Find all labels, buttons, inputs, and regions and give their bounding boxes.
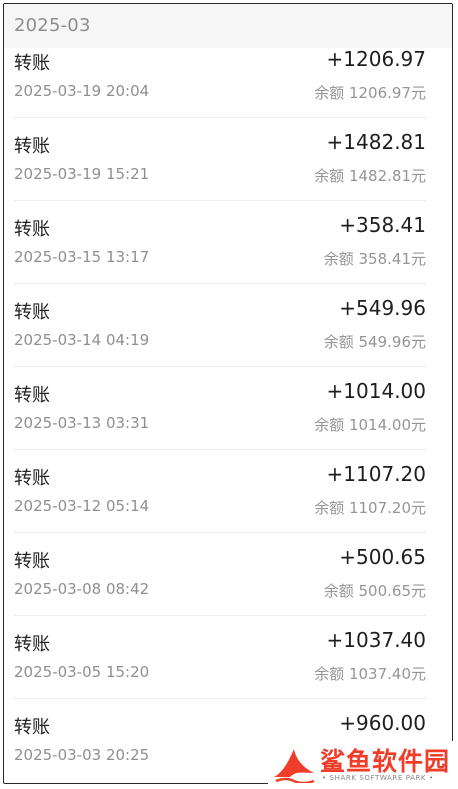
month-header[interactable]: 2025-03 <box>4 4 452 48</box>
transaction-title: 转账 <box>14 302 50 323</box>
transaction-amount: +549.96 <box>339 296 426 320</box>
transaction-amount: +1482.81 <box>326 130 426 154</box>
transaction-datetime: 2025-03-19 20:04 <box>14 82 150 100</box>
watermark-name: 鲨鱼软件园 <box>320 747 451 776</box>
transaction-datetime: 2025-03-19 15:21 <box>14 165 150 183</box>
transaction-balance: 余额 1037.40元 <box>314 665 426 683</box>
transaction-title: 转账 <box>14 468 50 489</box>
transaction-balance: 余额 1482.81元 <box>314 167 426 185</box>
transaction-title: 转账 <box>14 551 50 572</box>
watermark: 鲨鱼软件园 • SHARK SOFTWARE PARK • <box>268 741 458 789</box>
transaction-balance: 余额 1014.00元 <box>314 416 426 434</box>
transaction-row[interactable]: 转账 2025-03-05 15:20 +1037.40 余额 1037.40元 <box>4 616 452 699</box>
transaction-title: 转账 <box>14 634 50 655</box>
transaction-row[interactable]: 转账 2025-03-12 05:14 +1107.20 余额 1107.20元 <box>4 450 452 533</box>
transaction-amount: +1014.00 <box>326 379 426 403</box>
transaction-title: 转账 <box>14 53 50 74</box>
transaction-balance: 余额 500.65元 <box>323 582 426 600</box>
transaction-list-screen: 转账 2025-03-19 20:04 +1206.97 余额 1206.97元… <box>3 3 453 784</box>
transaction-datetime: 2025-03-12 05:14 <box>14 497 150 515</box>
shark-logo-icon <box>274 749 315 783</box>
transaction-datetime: 2025-03-03 20:25 <box>14 746 150 764</box>
transaction-datetime: 2025-03-08 08:42 <box>14 580 150 598</box>
transaction-datetime: 2025-03-15 13:17 <box>14 248 150 266</box>
transaction-amount: +1206.97 <box>326 47 426 71</box>
transaction-datetime: 2025-03-13 03:31 <box>14 414 150 432</box>
transaction-balance: 余额 358.41元 <box>323 250 426 268</box>
transaction-datetime: 2025-03-05 15:20 <box>14 663 150 681</box>
transaction-row[interactable]: 转账 2025-03-19 15:21 +1482.81 余额 1482.81元 <box>4 118 452 201</box>
transaction-title: 转账 <box>14 136 50 157</box>
transaction-row[interactable]: 转账 2025-03-14 04:19 +549.96 余额 549.96元 <box>4 284 452 367</box>
watermark-subtitle: • SHARK SOFTWARE PARK • <box>322 774 434 782</box>
transaction-amount: +358.41 <box>339 213 426 237</box>
transaction-balance: 余额 1107.20元 <box>314 499 426 517</box>
transaction-balance: 余额 549.96元 <box>323 333 426 351</box>
transaction-title: 转账 <box>14 219 50 240</box>
transaction-row[interactable]: 转账 2025-03-15 13:17 +358.41 余额 358.41元 <box>4 201 452 284</box>
transaction-datetime: 2025-03-14 04:19 <box>14 331 150 349</box>
transaction-amount: +500.65 <box>339 545 426 569</box>
transaction-title: 转账 <box>14 385 50 406</box>
transaction-amount: +960.00 <box>339 711 426 735</box>
transaction-title: 转账 <box>14 717 50 738</box>
transaction-row[interactable]: 转账 2025-03-13 03:31 +1014.00 余额 1014.00元 <box>4 367 452 450</box>
transaction-row[interactable]: 转账 2025-03-08 08:42 +500.65 余额 500.65元 <box>4 533 452 616</box>
transaction-balance: 余额 1206.97元 <box>314 84 426 102</box>
transaction-amount: +1037.40 <box>326 628 426 652</box>
month-label: 2025-03 <box>14 15 91 36</box>
transaction-amount: +1107.20 <box>326 462 426 486</box>
